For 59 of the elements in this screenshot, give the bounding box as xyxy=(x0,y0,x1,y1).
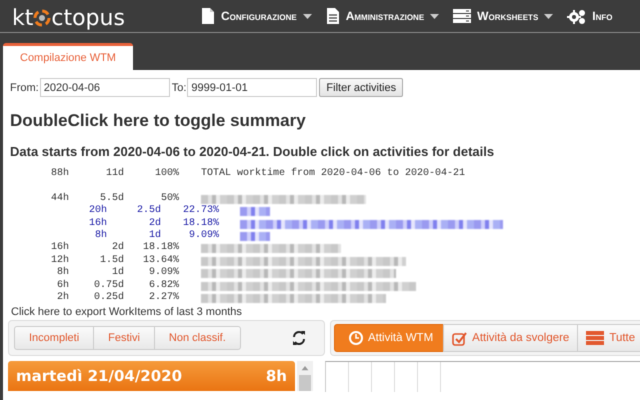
summary-cell-text: 2h xyxy=(56,292,69,304)
scroll-up-icon xyxy=(301,366,309,370)
summary-cell-text: 2.5d xyxy=(136,205,161,218)
summary-cell: 100% xyxy=(155,168,179,180)
summary-cell-text: 8h xyxy=(94,230,107,242)
summary-cell-text: 44h xyxy=(50,192,69,206)
summary-cell-text: 13.64% xyxy=(142,254,179,267)
summary-cell-text: 20h xyxy=(88,205,107,218)
summary-cell-text: 8h xyxy=(56,267,69,280)
file-icon xyxy=(200,8,215,24)
summary-cell-text: 6.82% xyxy=(148,280,179,292)
summary-cell-text: 6h xyxy=(56,280,69,292)
summary-cell-text: 88h xyxy=(50,168,69,180)
summary-cell-text: 0.75d xyxy=(92,280,124,292)
checkbox-icon xyxy=(452,330,468,346)
date-field[interactable]: 9999-01-01 xyxy=(187,78,318,97)
refresh-icon[interactable] xyxy=(291,330,307,346)
list-icon xyxy=(453,8,472,24)
summary-cell-text: 2.27% xyxy=(148,292,179,304)
summary-cell-text: 2d xyxy=(110,242,124,254)
summary-cell-text: 1d xyxy=(110,267,124,280)
day-hours: 8h xyxy=(266,367,287,386)
export-link[interactable]: Click here to export WorkItems of last 3 months xyxy=(11,306,640,320)
filter-button[interactable]: Filter activities xyxy=(319,78,404,97)
summary-toggle[interactable]: DoubleClick here to toggle summary xyxy=(10,111,640,131)
summary-cell-text: 18.18% xyxy=(182,218,219,230)
menu-item[interactable]: Info xyxy=(567,8,613,24)
clock-icon xyxy=(349,331,363,346)
summary-cell-text: 9.09% xyxy=(148,267,179,280)
summary-cell: TOTAL worktime from 2020-04-06 to 2020-04-21 xyxy=(201,168,466,180)
field-label: To: xyxy=(172,82,186,94)
date-field[interactable]: 2020-04-06 xyxy=(40,78,170,97)
menu-item[interactable]: Configurazione xyxy=(200,8,312,24)
menu-item[interactable]: Amministrazione xyxy=(326,8,440,24)
menu-item[interactable]: Worksheets xyxy=(453,8,554,24)
summary-cell-text: 50% xyxy=(160,192,179,206)
summary-cell-text: 5.5d xyxy=(98,192,124,204)
summary-cell: 11d xyxy=(106,168,124,180)
document-icon xyxy=(326,8,340,24)
summary-cell-text: 1d xyxy=(148,230,161,242)
summary-cell-text: 2d xyxy=(148,218,161,230)
summary-cell-text: 1.5d xyxy=(98,254,124,266)
scrollbar[interactable] xyxy=(297,361,313,392)
logo[interactable]: kt ctopus xyxy=(12,6,125,30)
summary-cell-text: 12h xyxy=(50,254,69,266)
summary-subtitle: Data starts from 2020-04-06 to 2020-04-21. Double click on activities for details xyxy=(10,144,496,160)
blurred-text xyxy=(240,207,270,216)
summary-cell-text: 18.18% xyxy=(142,242,179,255)
summary-cell-text: 22.73% xyxy=(182,205,219,218)
gears-icon xyxy=(567,8,586,24)
summary-cell-text: 9.09% xyxy=(188,230,219,242)
blurred-text xyxy=(240,232,270,241)
summary-cell-text: 0.25d xyxy=(92,292,124,304)
field-label: From: xyxy=(10,82,39,94)
octopus-logo-icon xyxy=(33,7,52,29)
day-date: martedì 21/04/2020 xyxy=(16,367,182,386)
summary-cell-text: 16h xyxy=(88,218,107,230)
summary-cell-text: 16h xyxy=(50,242,69,254)
list-icon xyxy=(586,330,604,346)
